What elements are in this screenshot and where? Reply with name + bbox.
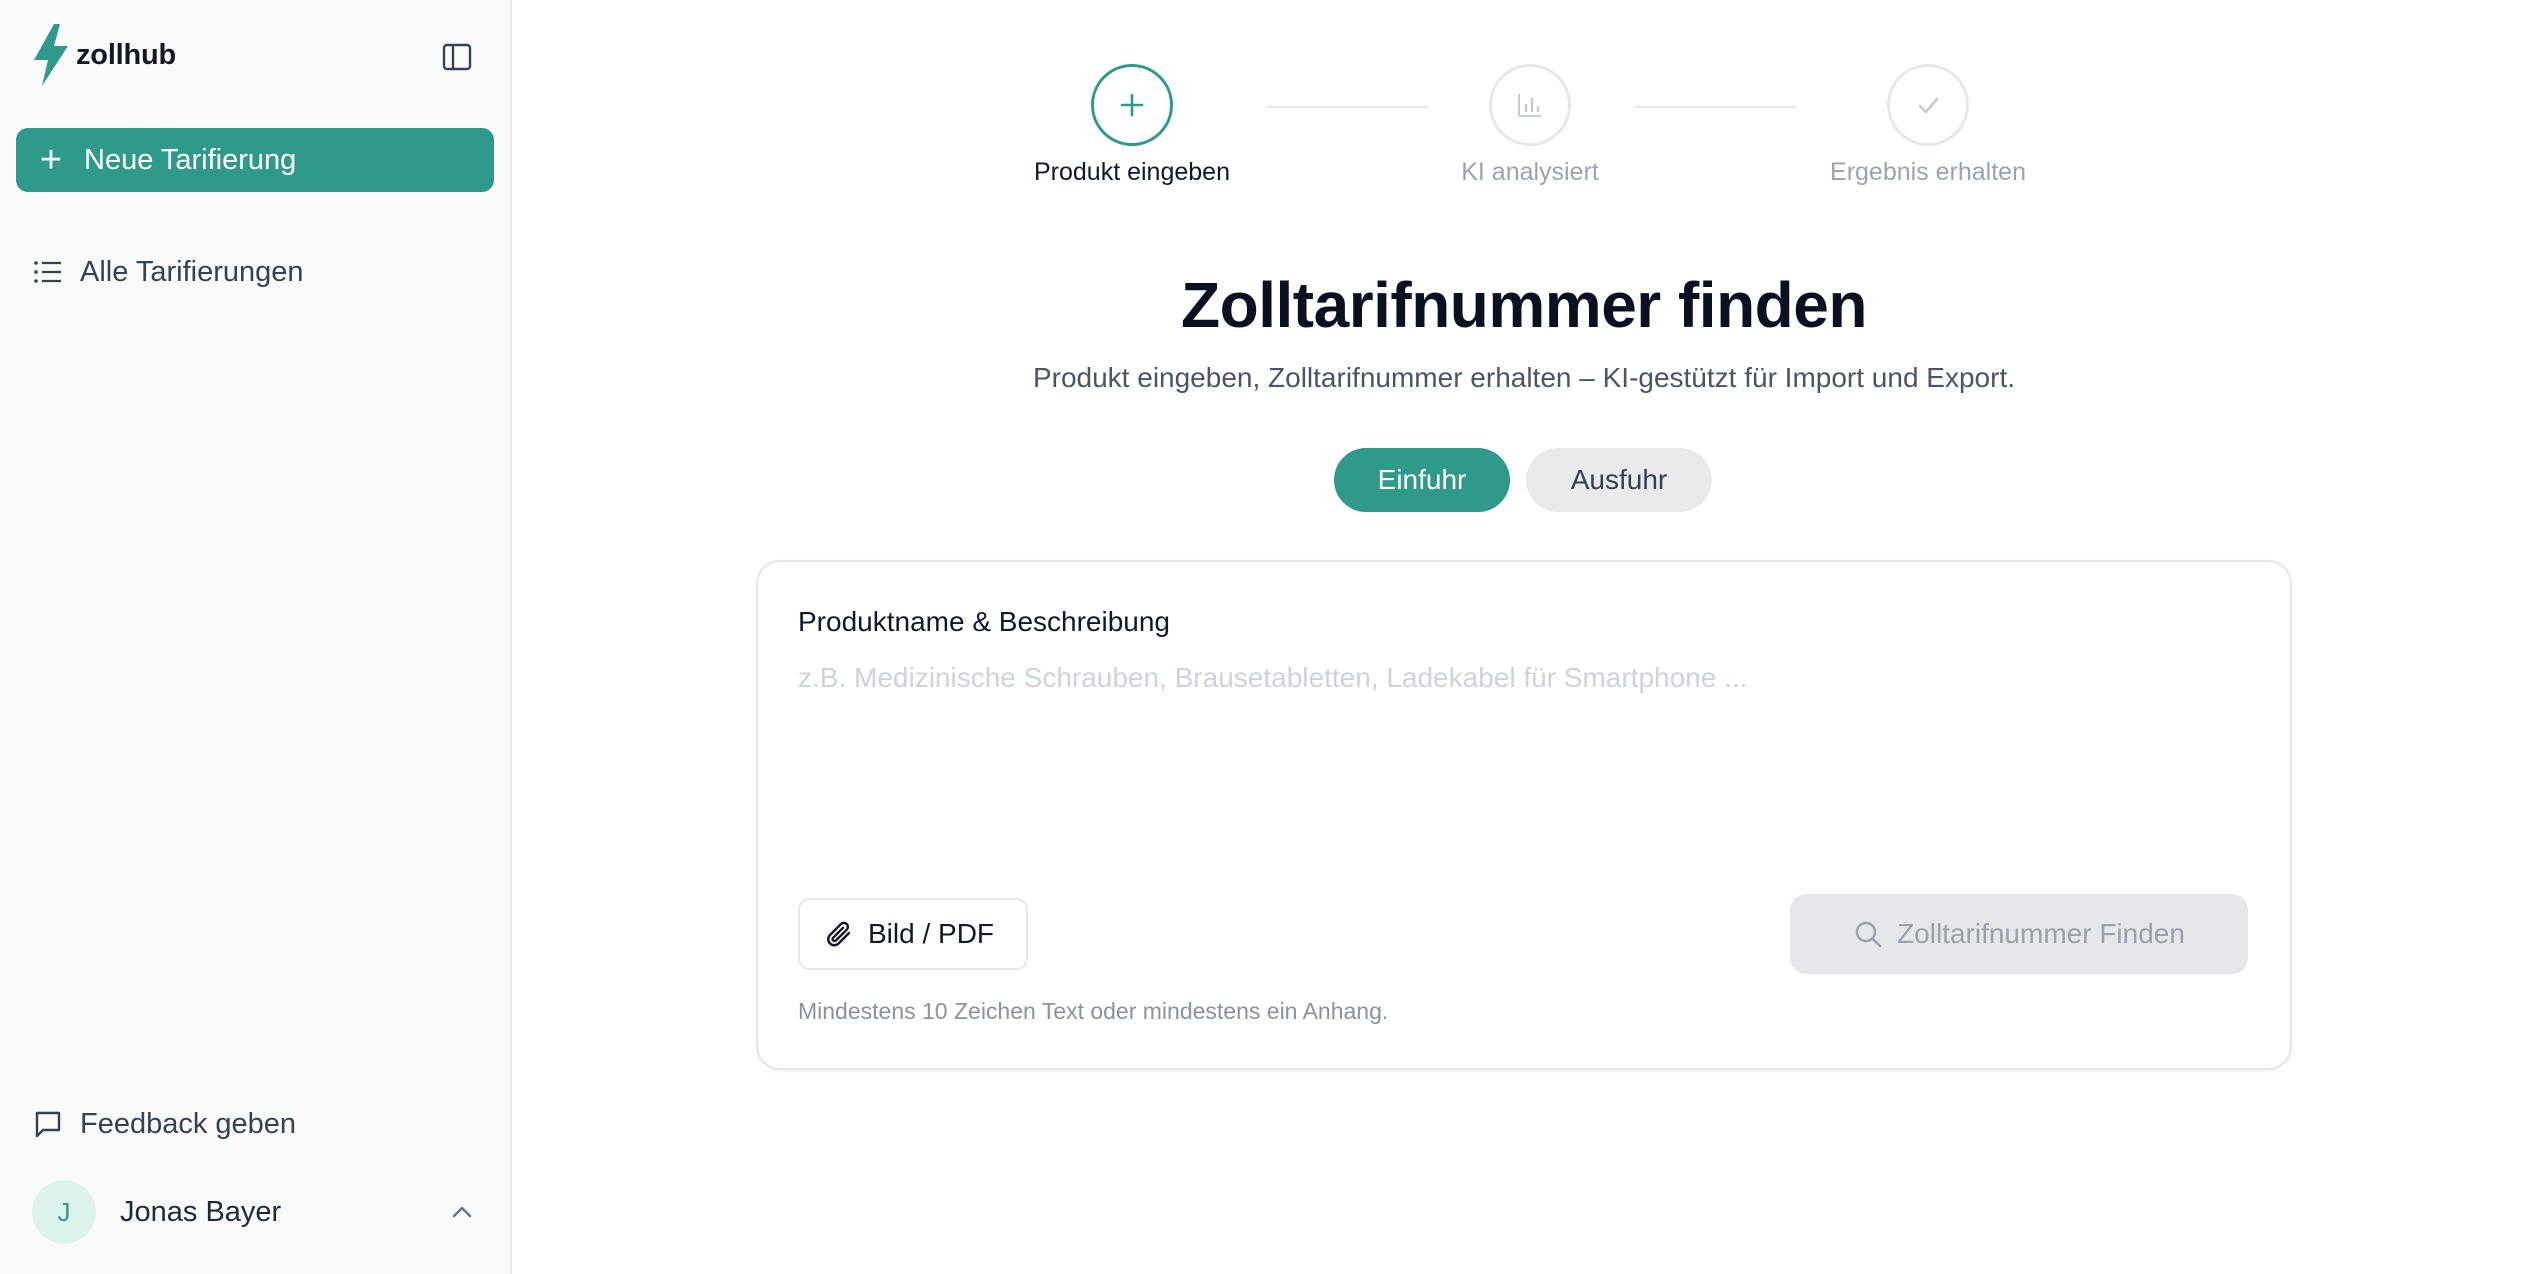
step-connector xyxy=(1634,106,1796,108)
sidebar: zollhub + Neue Tarifierung Alle Tarifier… xyxy=(0,0,512,1274)
attach-file-label: Bild / PDF xyxy=(868,918,995,949)
new-tariff-label: Neue Tarifierung xyxy=(84,143,297,176)
attach-file-button[interactable]: Bild / PDF xyxy=(798,898,1028,970)
sidebar-item-feedback[interactable]: Feedback geben xyxy=(16,1096,494,1152)
paperclip-icon xyxy=(827,921,851,947)
page-title: Zolltarifnummer finden xyxy=(1181,269,1867,341)
chevron-up-icon xyxy=(452,1206,472,1218)
find-tariff-button[interactable]: Zolltarifnummer Finden xyxy=(1790,894,2248,974)
sidebar-item-label: Alle Tarifierungen xyxy=(80,255,304,288)
page-subtitle: Produkt eingeben, Zolltarifnummer erhalt… xyxy=(1032,362,2016,393)
sidebar-toggle-button[interactable] xyxy=(440,40,474,74)
app-root: zollhub + Neue Tarifierung Alle Tarifier… xyxy=(0,0,2534,1274)
main-content: Produkt eingeben KI analysiert Ergebnis … xyxy=(514,0,2534,1274)
user-menu[interactable]: J Jonas Bayer xyxy=(16,1176,494,1248)
find-tariff-label: Zolltarifnummer Finden xyxy=(1897,918,2185,949)
avatar: J xyxy=(32,1180,96,1244)
step-result: Ergebnis erhalten xyxy=(1778,64,2078,187)
list-icon xyxy=(32,256,64,288)
step-ai-analysis: KI analysiert xyxy=(1380,64,1680,187)
input-hint: Mindestens 10 Zeichen Text oder mindeste… xyxy=(798,998,1389,1024)
search-icon xyxy=(1855,921,1882,948)
step-label: Produkt eingeben xyxy=(1034,158,1230,186)
step-product-input: Produkt eingeben xyxy=(982,64,1282,187)
sidebar-item-all-tariffs[interactable]: Alle Tarifierungen xyxy=(16,244,494,300)
bar-chart-icon xyxy=(1489,64,1571,146)
product-description-input[interactable] xyxy=(798,662,2254,842)
sidebar-panel-icon xyxy=(442,43,472,71)
mode-export-button[interactable]: Ausfuhr xyxy=(1526,448,1712,512)
brand[interactable]: zollhub xyxy=(30,22,176,88)
message-square-icon xyxy=(32,1108,64,1140)
lightning-logo-icon xyxy=(34,24,68,86)
new-tariff-button[interactable]: + Neue Tarifierung xyxy=(16,128,494,192)
user-name: Jonas Bayer xyxy=(120,1195,282,1228)
step-label: KI analysiert xyxy=(1461,158,1599,186)
product-field-label: Produktname & Beschreibung xyxy=(798,606,1170,637)
step-label: Ergebnis erhalten xyxy=(1830,158,2026,186)
brand-name: zollhub xyxy=(76,38,177,71)
plus-icon: + xyxy=(39,139,63,181)
check-icon xyxy=(1887,64,1969,146)
mode-import-button[interactable]: Einfuhr xyxy=(1334,448,1510,512)
sidebar-item-label: Feedback geben xyxy=(80,1107,297,1140)
product-input-card: Produktname & Beschreibung Bild / PDF Zo… xyxy=(756,560,2292,1070)
plus-icon xyxy=(1091,64,1173,146)
